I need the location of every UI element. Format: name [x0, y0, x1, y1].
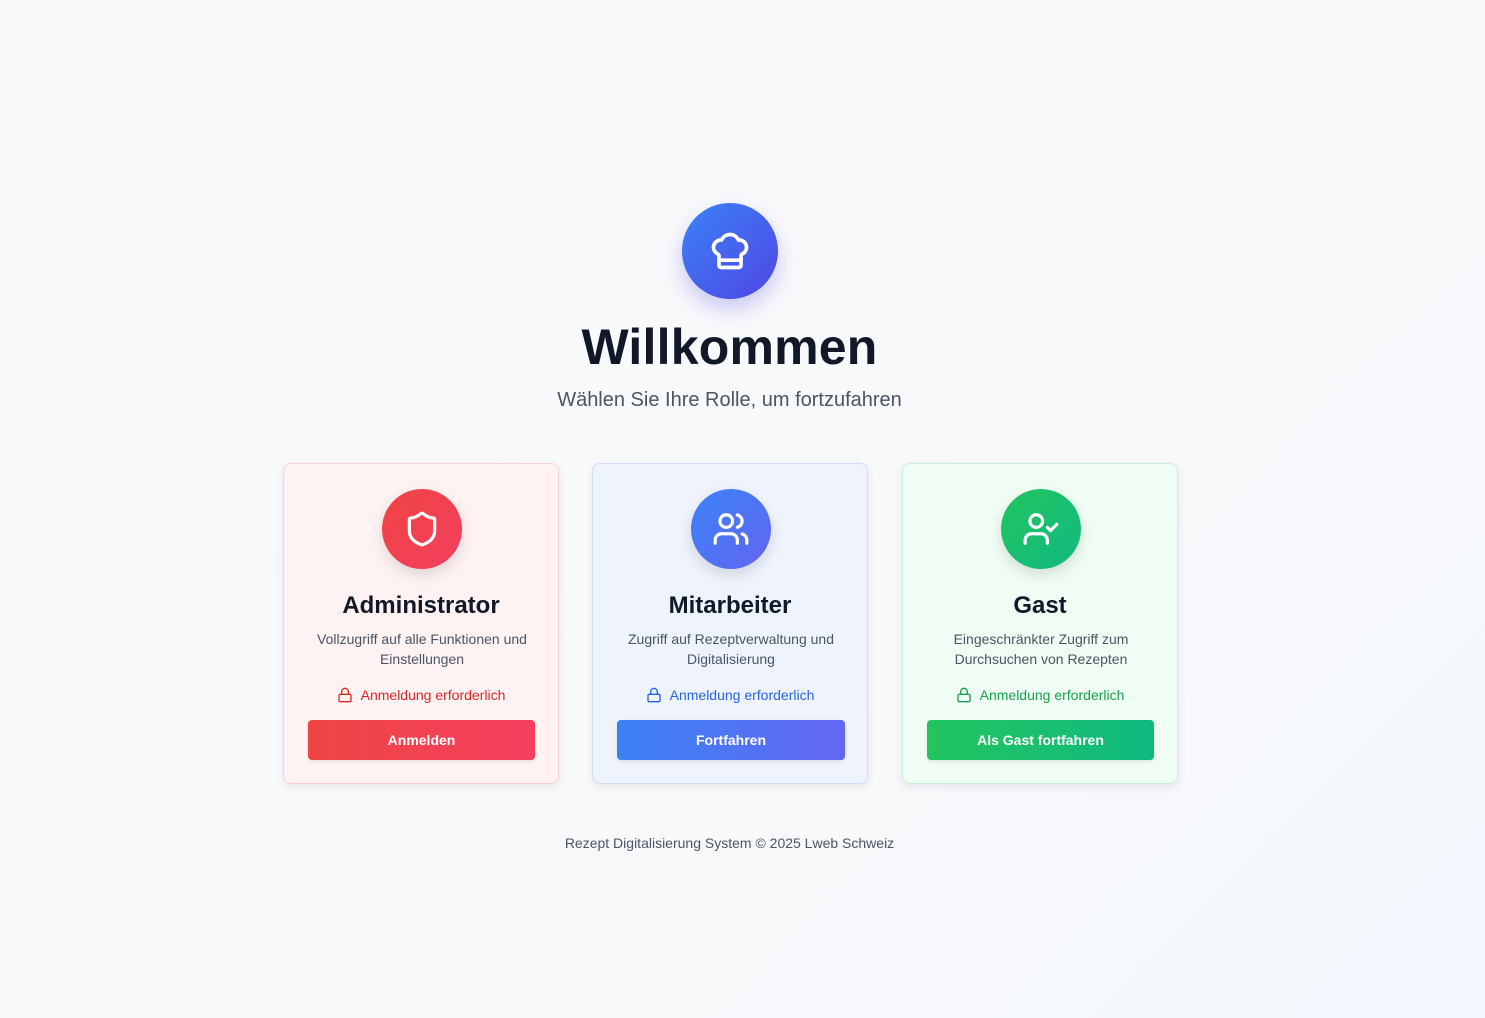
page-title: Willkommen — [581, 319, 878, 375]
shield-icon — [382, 489, 462, 569]
users-icon — [691, 489, 771, 569]
footer-copyright: Rezept Digitalisierung System © 2025 Lwe… — [564, 835, 895, 851]
role-selection-page: Willkommen Wählen Sie Ihre Rolle, um for… — [0, 0, 1485, 1018]
role-card-administrator: Administrator Vollzugriff auf alle Funkt… — [283, 463, 559, 784]
role-title: Mitarbeiter — [668, 592, 792, 619]
role-description: Vollzugriff auf alle Funktionen und Eins… — [317, 631, 527, 667]
role-title: Administrator — [342, 592, 500, 619]
continue-button[interactable]: Fortfahren — [617, 720, 845, 760]
role-title: Gast — [1013, 592, 1067, 619]
user-check-icon — [1001, 489, 1081, 569]
role-card-gast: Gast Eingeschränkter Zugriff zum Durchsu… — [902, 463, 1178, 784]
role-description: Eingeschränkter Zugriff zum Durchsuchen … — [953, 631, 1129, 667]
login-required-label: Anmeldung erforderlich — [669, 687, 815, 703]
login-required-label: Anmeldung erforderlich — [979, 687, 1125, 703]
guest-continue-button[interactable]: Als Gast fortfahren — [927, 720, 1154, 760]
lock-icon — [646, 687, 661, 703]
chef-hat-icon — [682, 203, 778, 299]
role-description: Zugriff auf Rezeptverwaltung und Digital… — [628, 631, 834, 667]
login-button[interactable]: Anmelden — [308, 720, 535, 760]
lock-icon — [956, 687, 971, 703]
role-card-mitarbeiter: Mitarbeiter Zugriff auf Rezeptverwaltung… — [592, 463, 868, 784]
login-required-label: Anmeldung erforderlich — [360, 687, 506, 703]
login-required-note: Anmeldung erforderlich — [593, 685, 867, 705]
login-required-note: Anmeldung erforderlich — [284, 685, 558, 705]
page-subtitle: Wählen Sie Ihre Rolle, um fortzufahren — [557, 389, 902, 411]
login-required-note: Anmeldung erforderlich — [903, 685, 1177, 705]
lock-icon — [337, 687, 352, 703]
